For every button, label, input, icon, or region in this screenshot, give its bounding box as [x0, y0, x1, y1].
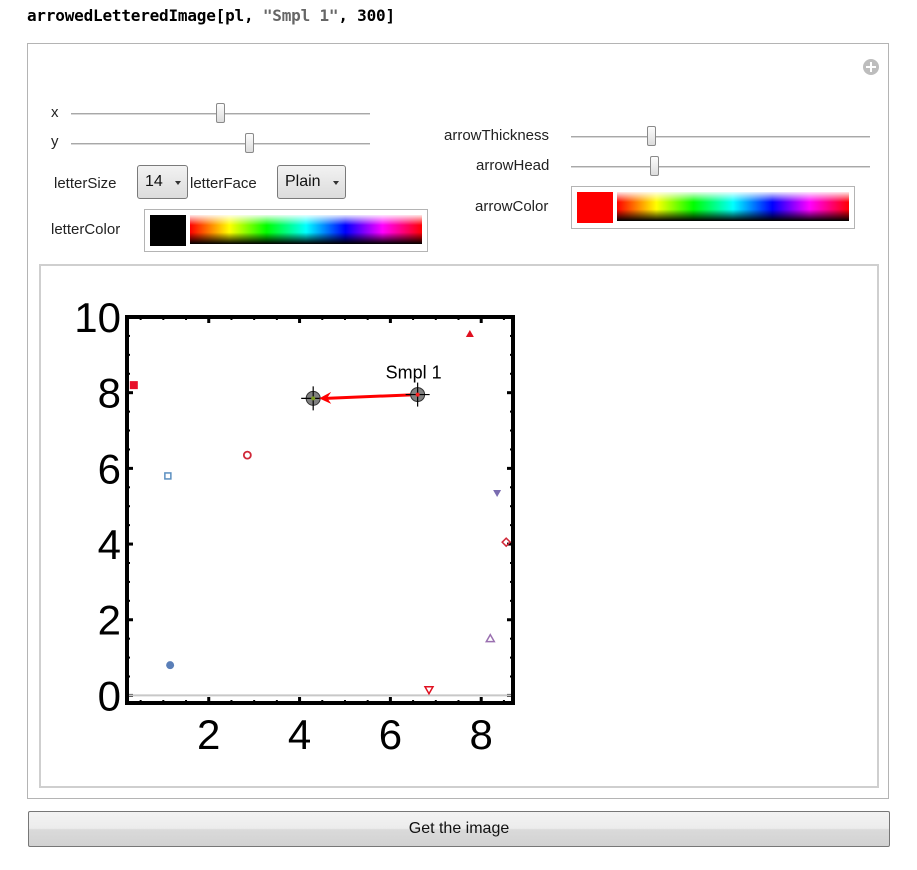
data-point	[242, 450, 252, 460]
y-tick-label: 4	[98, 521, 121, 568]
data-point	[485, 633, 496, 643]
data-point	[129, 381, 138, 390]
data-point	[423, 686, 435, 696]
plot-frame	[125, 315, 515, 705]
locator-center	[311, 396, 316, 401]
locator-center	[415, 392, 420, 397]
x-tick-labels: 2 4 6 8	[197, 711, 493, 758]
get-image-button[interactable]: Get the image	[28, 811, 890, 847]
data-point	[493, 489, 502, 497]
annotation-arrow-shaft	[325, 393, 418, 400]
y-tick-label: 10	[74, 294, 121, 341]
y-tick-labels: 0 2 4 6 8 10	[74, 294, 121, 719]
y-tick-label: 8	[98, 370, 121, 417]
x-tick-label: 8	[470, 711, 493, 758]
data-points	[129, 330, 512, 696]
y-tick-label: 0	[98, 672, 121, 719]
x-tick-label: 6	[379, 711, 402, 758]
data-point	[164, 472, 172, 480]
annotation: Smpl 1	[301, 363, 442, 411]
x-tick-label: 4	[288, 711, 311, 758]
data-point	[465, 330, 474, 338]
annotation-label: Smpl 1	[386, 363, 442, 383]
y-tick-label: 2	[98, 597, 121, 644]
axis-ticks	[127, 315, 513, 703]
scatter-plot[interactable]: 2 4 6 8 0 2 4 6 8 10 Smpl 1	[0, 0, 917, 870]
x-tick-label: 2	[197, 711, 220, 758]
y-tick-label: 6	[98, 445, 121, 492]
data-point	[166, 661, 175, 670]
